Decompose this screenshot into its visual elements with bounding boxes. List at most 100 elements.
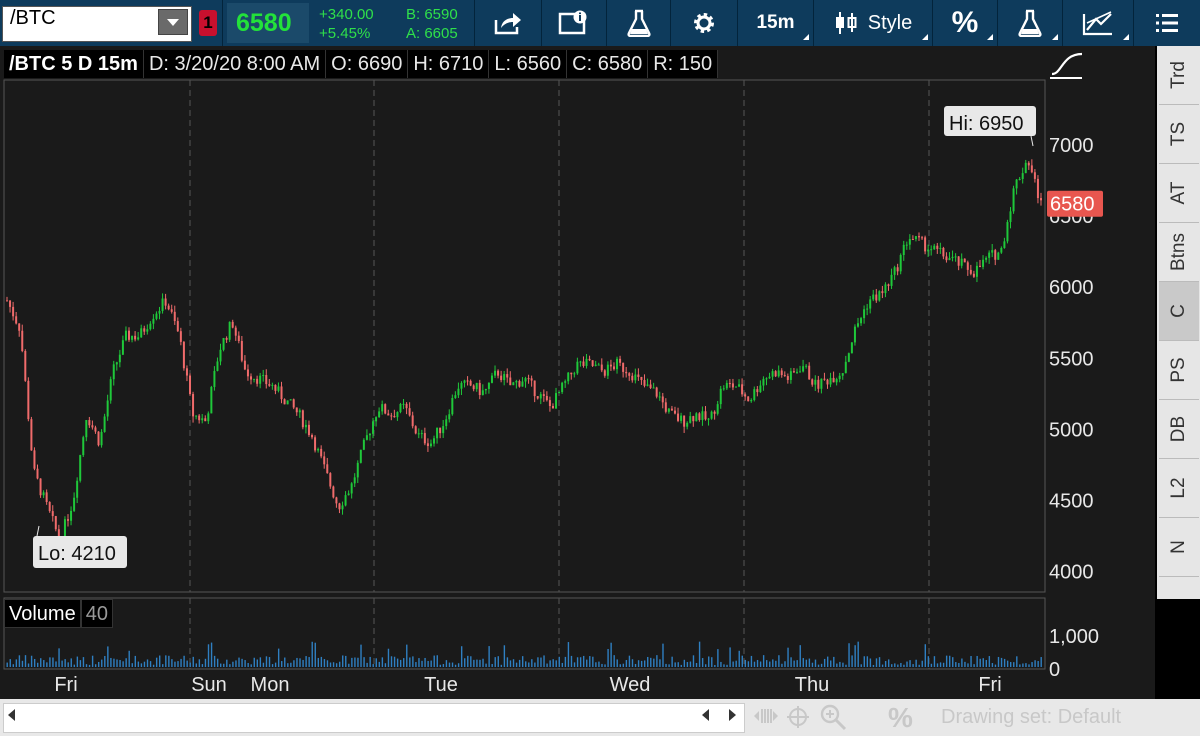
- candle-body: [408, 408, 411, 416]
- candle-body: [27, 380, 30, 420]
- net-change-value: +340.00: [319, 6, 374, 23]
- tab-trd[interactable]: Trd: [1159, 46, 1199, 105]
- timeframe-label: 15m: [756, 12, 795, 33]
- volume-bar: [668, 664, 670, 667]
- studies-button[interactable]: [607, 0, 670, 46]
- tab-n[interactable]: N: [1159, 518, 1199, 577]
- volume-bar: [189, 662, 191, 667]
- volume-bar: [936, 663, 939, 667]
- volume-bar: [1025, 663, 1027, 667]
- candle-body: [454, 395, 457, 398]
- volume-length: 40: [80, 599, 113, 628]
- candle-body: [561, 382, 564, 393]
- candle-body: [1027, 162, 1030, 166]
- candle-body: [146, 329, 149, 332]
- tab-at[interactable]: AT: [1159, 164, 1199, 223]
- time-scrollbar[interactable]: [3, 703, 745, 733]
- volume-bar: [277, 648, 280, 667]
- candle-body: [6, 300, 8, 302]
- tab-btns[interactable]: Btns: [1159, 223, 1199, 282]
- tab-db[interactable]: DB: [1159, 400, 1199, 459]
- volume-bar: [1040, 657, 1042, 667]
- volume-bar: [213, 655, 216, 667]
- candle-body: [527, 378, 530, 380]
- share-button[interactable]: [475, 0, 541, 46]
- drawings-menu-button[interactable]: [1063, 0, 1133, 46]
- candle-body: [387, 413, 390, 416]
- candle-body: [100, 431, 103, 446]
- style-menu[interactable]: Style: [814, 0, 932, 46]
- volume-bar: [369, 656, 371, 667]
- settings-button[interactable]: [671, 0, 737, 46]
- candle-body: [396, 412, 399, 418]
- candle-body: [103, 416, 106, 432]
- volume-bar: [104, 656, 106, 667]
- candle-body: [655, 387, 658, 397]
- candle-body: [716, 404, 719, 414]
- volume-bar: [708, 656, 710, 667]
- percent-icon[interactable]: %: [888, 702, 913, 734]
- candle-body: [423, 433, 426, 444]
- scroll-left-arrow[interactable]: [8, 709, 15, 721]
- volume-bar: [701, 658, 704, 667]
- candle-body: [661, 396, 664, 403]
- candle-body: [835, 379, 838, 383]
- timeframe-selector[interactable]: 15m: [738, 0, 813, 46]
- volume-bar: [958, 663, 960, 667]
- candle-body: [280, 386, 283, 400]
- crosshair-icon[interactable]: [786, 705, 810, 734]
- volume-bar: [207, 644, 210, 667]
- tab-l2[interactable]: L2: [1159, 459, 1199, 518]
- volume-header: Volume 40: [4, 599, 113, 628]
- volume-bar: [525, 661, 527, 667]
- candle-body: [289, 399, 292, 401]
- candle-body: [503, 374, 506, 381]
- candle-body: [118, 354, 121, 363]
- volume-bar: [875, 658, 878, 667]
- symbol-dropdown-button[interactable]: [158, 9, 188, 35]
- drawing-tools-icon: [1082, 11, 1112, 36]
- volume-bar: [52, 657, 54, 667]
- volume-bar: [43, 660, 45, 667]
- candle-body: [243, 360, 246, 370]
- volume-bar: [15, 659, 18, 667]
- volume-bar: [165, 655, 167, 667]
- volume-bar: [302, 659, 304, 667]
- studies-menu-button[interactable]: [998, 0, 1062, 46]
- tab-c[interactable]: C: [1159, 282, 1199, 341]
- chart-style-toggle[interactable]: [1048, 48, 1086, 82]
- candle-body: [173, 311, 176, 322]
- volume-bar: [634, 663, 637, 667]
- expand-time-axis-icon[interactable]: [752, 704, 780, 734]
- price-chart[interactable]: 40004500500055006000650070001,0000 Fri Su…: [0, 46, 1157, 699]
- candle-body: [1012, 188, 1015, 212]
- volume-bar: [174, 661, 176, 667]
- volume-bar: [903, 664, 905, 667]
- volume-bar: [720, 661, 722, 667]
- volume-bar: [930, 663, 933, 667]
- candle-body: [588, 358, 591, 361]
- candle-body: [634, 374, 637, 381]
- drawing-set-selector[interactable]: Drawing set: Default: [941, 706, 1121, 729]
- zoom-icon[interactable]: [818, 703, 848, 736]
- candle-body: [1033, 172, 1036, 179]
- link-group-badge[interactable]: 1: [199, 10, 217, 36]
- volume-bar: [698, 641, 701, 667]
- volume-bar: [6, 662, 8, 667]
- candle-body: [762, 378, 765, 386]
- volume-bar: [216, 658, 219, 667]
- candle-body: [1024, 162, 1027, 174]
- scroll-forward-arrow[interactable]: [729, 709, 736, 721]
- candle-body: [521, 381, 524, 387]
- tab-ts[interactable]: TS: [1159, 105, 1199, 164]
- candle-body: [860, 318, 863, 324]
- volume-bar: [262, 662, 265, 667]
- info-button[interactable]: [542, 0, 606, 46]
- candle-body: [567, 372, 570, 382]
- scroll-back-arrow[interactable]: [702, 709, 709, 721]
- candle-body: [893, 267, 896, 275]
- tab-ps[interactable]: PS: [1159, 341, 1199, 400]
- percent-view-button[interactable]: %: [933, 0, 997, 46]
- candle-body: [524, 378, 527, 382]
- menu-button[interactable]: [1134, 0, 1200, 46]
